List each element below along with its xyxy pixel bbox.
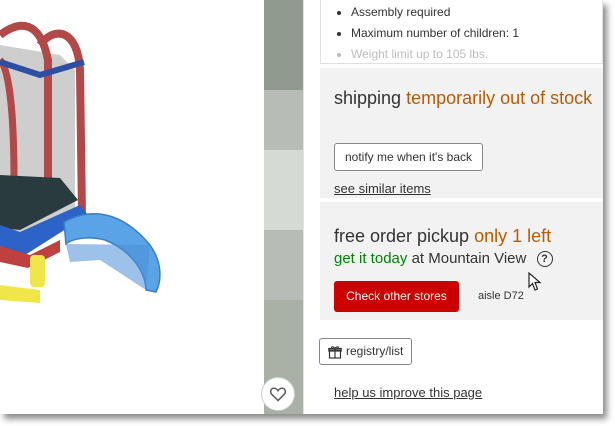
pickup-availability: get it today at Mountain View ?	[334, 248, 553, 270]
pickup-status: free order pickup only 1 left	[334, 223, 551, 249]
see-similar-items-link[interactable]: see similar items	[334, 181, 431, 196]
mouse-pointer-icon	[528, 272, 542, 291]
blurred-thumbnail	[264, 0, 304, 414]
spec-item: Assembly required	[351, 2, 519, 23]
shipping-label: shipping	[334, 88, 402, 108]
shipping-panel: shipping temporarily out of stock notify…	[320, 68, 603, 198]
heart-icon[interactable]	[261, 377, 295, 411]
product-page: Assembly required Maximum number of chil…	[0, 0, 603, 414]
registry-list-label: registry/list	[346, 344, 404, 358]
notify-me-button[interactable]: notify me when it's back	[334, 143, 484, 171]
get-it-today-text: get it today	[334, 250, 408, 267]
trampoline-illustration	[0, 21, 161, 303]
specs-list: Assembly required Maximum number of chil…	[321, 2, 519, 63]
gift-icon	[328, 345, 342, 359]
shipping-status: shipping temporarily out of stock	[334, 85, 594, 111]
spec-item: Maximum number of children: 1	[351, 23, 519, 44]
spec-item: Weight limit up to 105 lbs.	[351, 44, 519, 63]
store-location[interactable]: at Mountain View	[412, 250, 527, 267]
column-divider	[303, 0, 304, 414]
stock-count-text: only 1 left	[474, 226, 552, 246]
product-image[interactable]	[0, 0, 264, 414]
question-circle-icon[interactable]: ?	[536, 251, 553, 267]
help-improve-page-link[interactable]: help us improve this page	[334, 385, 482, 400]
out-of-stock-text: temporarily out of stock	[406, 88, 593, 108]
pickup-label: free order pickup	[334, 226, 470, 246]
pickup-panel: free order pickup only 1 left get it tod…	[320, 202, 603, 320]
product-specs-box: Assembly required Maximum number of chil…	[320, 0, 603, 64]
registry-list-button[interactable]: registry/list	[319, 338, 413, 365]
product-image-thumbnail-strip[interactable]	[264, 0, 304, 414]
aisle-location: aisle D72	[478, 290, 524, 302]
check-other-stores-button[interactable]: Check other stores	[334, 281, 459, 312]
